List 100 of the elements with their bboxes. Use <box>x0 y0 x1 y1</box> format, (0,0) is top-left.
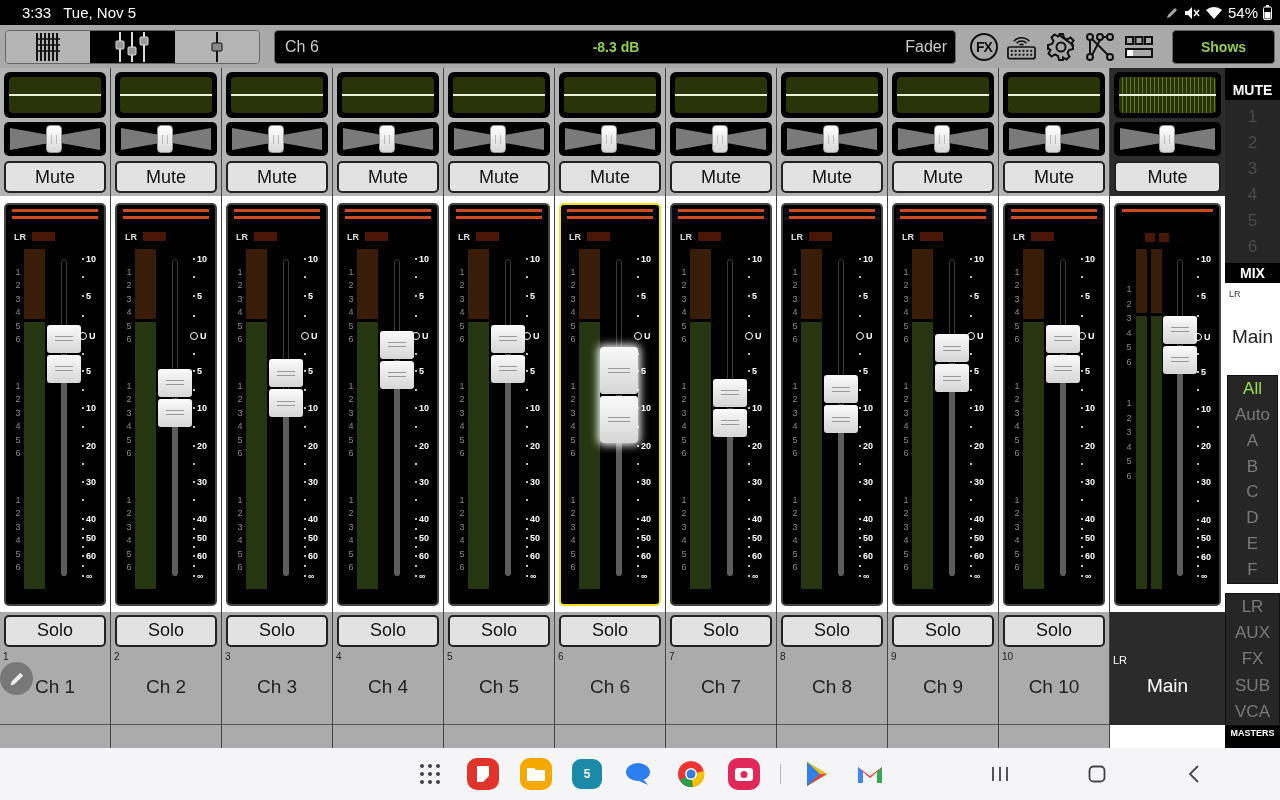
pan-slider[interactable] <box>1003 122 1105 156</box>
solo-button[interactable]: Solo <box>1003 614 1105 647</box>
mute-button[interactable]: Mute <box>226 161 328 193</box>
pan-knob[interactable] <box>379 125 396 153</box>
channel-name[interactable]: Ch 1 <box>34 675 76 698</box>
channel-name[interactable]: Ch 2 <box>145 675 187 698</box>
pan-knob[interactable] <box>268 125 285 153</box>
pan-slider[interactable] <box>781 122 883 156</box>
pan-knob[interactable] <box>157 125 174 153</box>
solo-button[interactable]: Solo <box>448 614 550 647</box>
solo-button[interactable]: Solo <box>115 614 217 647</box>
eq-display[interactable] <box>559 72 661 118</box>
eq-display[interactable] <box>337 72 439 118</box>
filter-item[interactable]: All <box>1228 378 1277 399</box>
solo-button[interactable]: Solo <box>337 614 439 647</box>
master-type-item[interactable]: SUB <box>1226 675 1279 696</box>
mute-button[interactable]: Mute <box>115 161 217 193</box>
fader-thumb[interactable] <box>1162 315 1197 374</box>
mix-selector[interactable]: LR Main <box>1225 283 1280 373</box>
camera-app-icon[interactable] <box>727 757 761 791</box>
eq-display[interactable] <box>1114 72 1221 118</box>
pan-slider[interactable] <box>337 122 439 156</box>
channel-name[interactable]: Ch 8 <box>811 675 853 698</box>
pan-knob[interactable] <box>46 125 63 153</box>
eq-display[interactable] <box>1003 72 1105 118</box>
fader-thumb[interactable] <box>1045 324 1080 383</box>
mute-button[interactable]: Mute <box>781 161 883 193</box>
fader-thumb[interactable] <box>712 378 747 437</box>
calendar-app-icon[interactable]: 5 <box>572 759 602 789</box>
filter-item[interactable]: C <box>1228 482 1277 503</box>
pan-slider[interactable] <box>1114 122 1221 156</box>
pan-slider[interactable] <box>115 122 217 156</box>
eq-display[interactable] <box>781 72 883 118</box>
pan-slider[interactable] <box>226 122 328 156</box>
pan-knob[interactable] <box>601 125 618 153</box>
fader-thumb[interactable] <box>823 375 858 434</box>
mute-button[interactable]: Mute <box>448 161 550 193</box>
pan-slider[interactable] <box>670 122 772 156</box>
master-type-item[interactable]: FX <box>1226 649 1279 670</box>
view-mode-tab[interactable] <box>174 30 259 63</box>
channel-name[interactable]: Ch 7 <box>700 675 742 698</box>
mute-button[interactable]: Mute <box>337 161 439 193</box>
routing-nodes-icon[interactable] <box>1084 31 1115 62</box>
fader-thumb[interactable] <box>490 324 525 383</box>
channel-name[interactable]: Ch 6 <box>589 675 631 698</box>
eq-display[interactable] <box>670 72 772 118</box>
fader-thumb[interactable] <box>46 324 81 383</box>
master-type-item[interactable]: LR <box>1226 597 1279 618</box>
pan-slider[interactable] <box>559 122 661 156</box>
pan-slider[interactable] <box>4 122 106 156</box>
fader-thumb[interactable] <box>379 330 414 389</box>
fader-thumb[interactable] <box>268 359 303 418</box>
pan-knob[interactable] <box>823 125 840 153</box>
view-mode-tab[interactable] <box>6 30 91 63</box>
mute-button[interactable]: Mute <box>559 161 661 193</box>
fader-thumb[interactable] <box>599 346 638 443</box>
filter-item[interactable]: E <box>1228 534 1277 555</box>
solo-button[interactable]: Solo <box>781 614 883 647</box>
mute-button[interactable]: Mute <box>1003 161 1105 193</box>
shows-button[interactable]: Shows <box>1172 29 1275 64</box>
filter-item[interactable]: Auto <box>1228 404 1277 425</box>
filter-item[interactable]: B <box>1228 456 1277 477</box>
eq-display[interactable] <box>4 72 106 118</box>
master-name-plate[interactable]: LR Main <box>1110 612 1225 725</box>
eq-display[interactable] <box>226 72 328 118</box>
solo-button[interactable]: Solo <box>670 614 772 647</box>
fx-button[interactable]: FX <box>970 32 998 61</box>
settings-icon[interactable] <box>1045 31 1076 62</box>
eq-display[interactable] <box>448 72 550 118</box>
mute-button[interactable]: Mute <box>4 161 106 193</box>
filter-item[interactable]: A <box>1228 430 1277 451</box>
fader-thumb[interactable] <box>157 369 192 427</box>
pan-knob[interactable] <box>490 125 507 153</box>
view-mode-tab[interactable] <box>90 30 175 63</box>
notes-app-icon[interactable] <box>466 757 500 791</box>
pan-slider[interactable] <box>448 122 550 156</box>
channel-name[interactable]: Ch 3 <box>256 675 298 698</box>
pan-knob[interactable] <box>934 125 951 153</box>
channel-name[interactable]: Ch 5 <box>478 675 520 698</box>
pan-knob[interactable] <box>1158 125 1175 153</box>
solo-button[interactable]: Solo <box>226 614 328 647</box>
channel-name[interactable]: Ch 10 <box>1028 675 1080 698</box>
solo-button[interactable]: Solo <box>892 614 994 647</box>
master-type-item[interactable]: AUX <box>1226 623 1279 644</box>
filter-item[interactable]: D <box>1228 508 1277 529</box>
solo-button[interactable]: Solo <box>559 614 661 647</box>
fader-thumb[interactable] <box>934 334 969 393</box>
eq-display[interactable] <box>115 72 217 118</box>
eq-display[interactable] <box>892 72 994 118</box>
solo-button[interactable]: Solo <box>4 614 106 647</box>
filter-item[interactable]: F <box>1228 560 1277 581</box>
channel-name[interactable]: Ch 4 <box>367 675 409 698</box>
mute-button[interactable]: Mute <box>1114 161 1221 193</box>
channel-name[interactable]: Ch 9 <box>922 675 964 698</box>
pan-knob[interactable] <box>712 125 729 153</box>
master-type-item[interactable]: VCA <box>1226 701 1279 722</box>
pan-slider[interactable] <box>892 122 994 156</box>
mute-button[interactable]: Mute <box>670 161 772 193</box>
mute-button[interactable]: Mute <box>892 161 994 193</box>
pan-knob[interactable] <box>1045 125 1062 153</box>
